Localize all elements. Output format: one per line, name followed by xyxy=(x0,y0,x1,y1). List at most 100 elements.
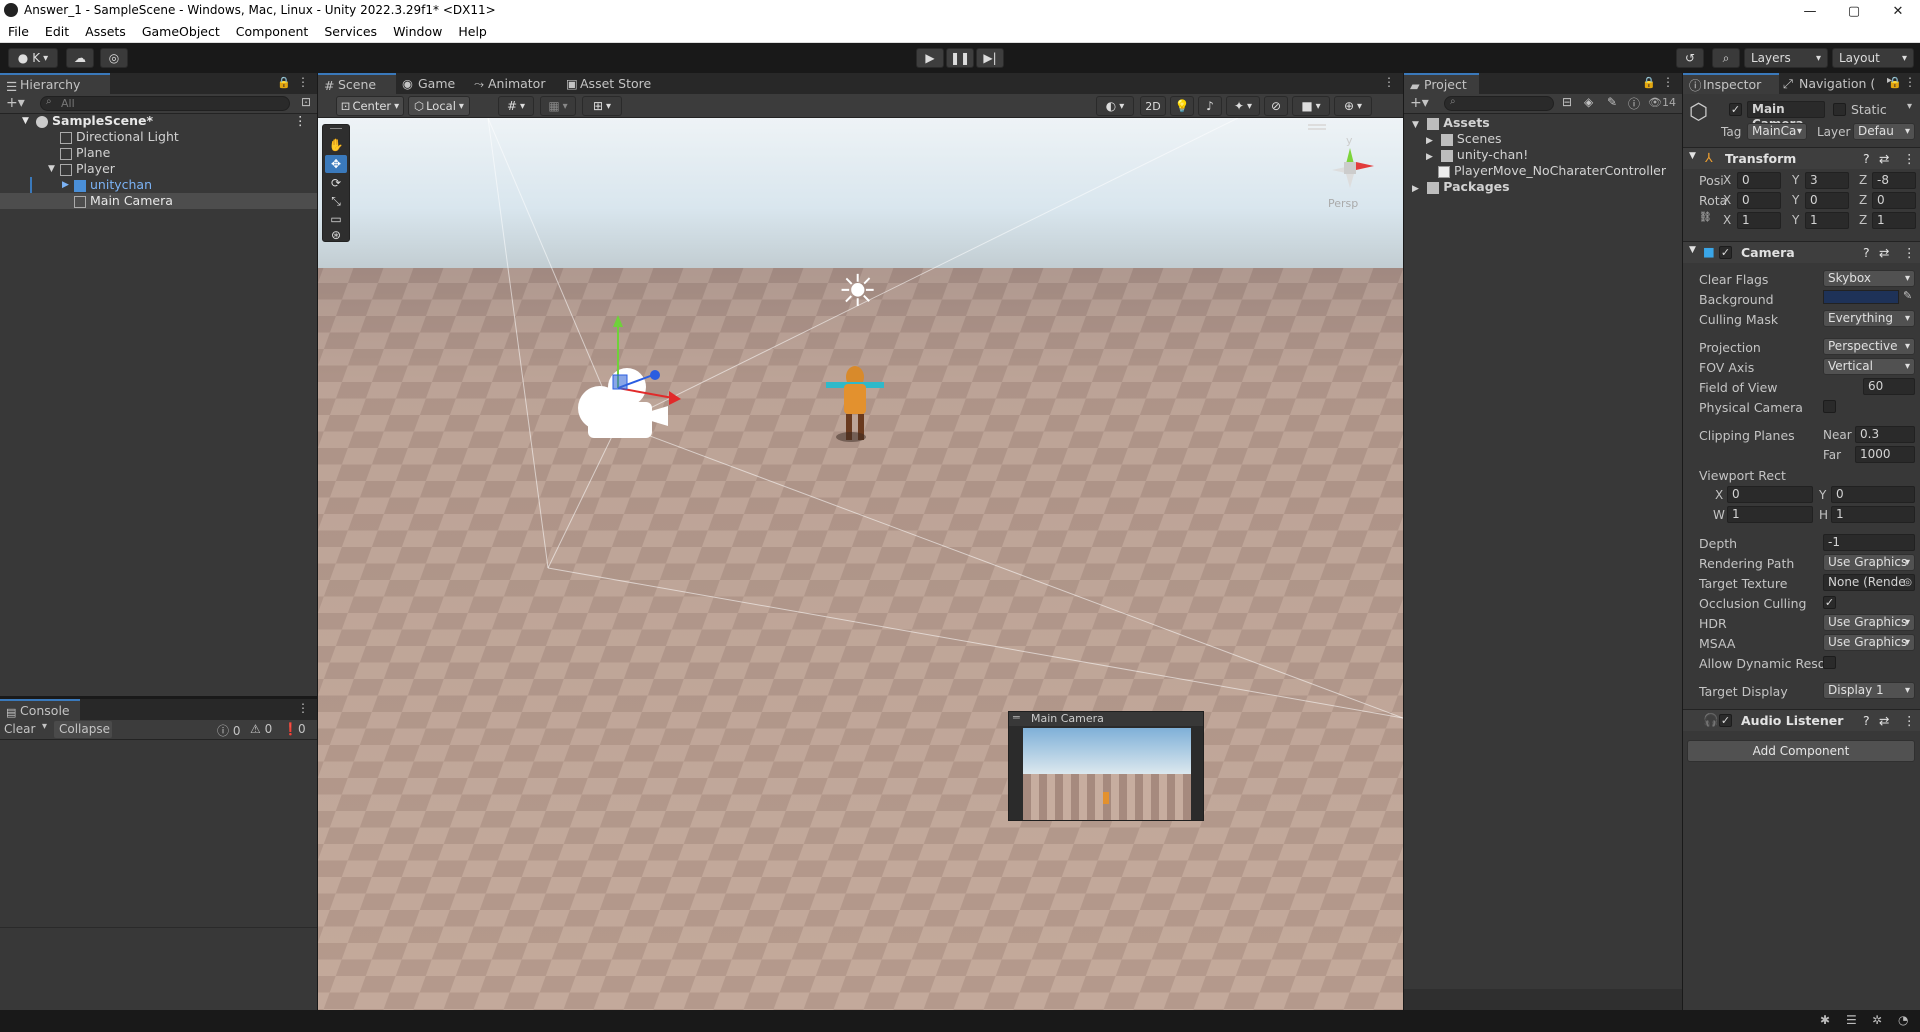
2d-toggle[interactable]: 2D xyxy=(1140,96,1166,116)
more-icon[interactable]: ⋮ xyxy=(1904,75,1916,89)
rotation-z-field[interactable]: 0 xyxy=(1872,192,1916,209)
transform-header[interactable]: ▼ ⅄ Transform ? ⇄ ⋮ xyxy=(1683,147,1920,169)
scene-viewport[interactable]: ☀ ✋ ✥ ⟳ ⤡ ▭ ⊛ y Persp ═ Main Camera xyxy=(318,118,1403,1010)
play-button[interactable]: ▶ xyxy=(916,48,944,68)
camera-header[interactable]: ▼ ■ ✓ Camera ? ⇄ ⋮ xyxy=(1683,241,1920,263)
effects-icon[interactable]: ✦ xyxy=(1226,96,1260,116)
menu-file[interactable]: File xyxy=(0,22,37,42)
more-icon[interactable]: ⋮ xyxy=(1383,75,1395,89)
preset-icon[interactable]: ⇄ xyxy=(1879,151,1889,166)
more-icon[interactable]: ⋮ xyxy=(297,701,309,715)
more-icon[interactable]: ⋮ xyxy=(1903,151,1916,166)
increment-snap-button[interactable]: ⊞ xyxy=(582,96,622,116)
hierarchy-item-plane[interactable]: Plane xyxy=(60,145,110,161)
rotation-x-field[interactable]: 0 xyxy=(1737,192,1781,209)
draw-mode-button[interactable]: ◐ xyxy=(1096,96,1134,116)
tag-dropdown[interactable]: MainCa xyxy=(1747,123,1807,140)
scale-tool-icon[interactable]: ⤡ xyxy=(325,192,347,210)
camera-enabled-checkbox[interactable]: ✓ xyxy=(1719,246,1732,259)
layer-dropdown[interactable]: Defau xyxy=(1853,123,1915,140)
rendering-path-dropdown[interactable]: Use Graphics xyxy=(1823,554,1915,571)
culling-mask-dropdown[interactable]: Everything xyxy=(1823,310,1915,327)
hierarchy-search-input[interactable]: ⌕ All xyxy=(40,96,290,111)
clear-flags-dropdown[interactable]: Skybox xyxy=(1823,270,1915,287)
hidden-packages-count[interactable]: 👁14 xyxy=(1648,96,1676,109)
project-search-input[interactable]: ⌕ xyxy=(1444,96,1554,111)
depth-field[interactable]: -1 xyxy=(1823,534,1915,551)
tab-console[interactable]: ▤ Console xyxy=(0,699,80,720)
near-field[interactable]: 0.3 xyxy=(1855,426,1915,443)
hdr-dropdown[interactable]: Use Graphics xyxy=(1823,614,1915,631)
projection-dropdown[interactable]: Perspective xyxy=(1823,338,1915,355)
hierarchy-item-unitychan[interactable]: ▶ unitychan xyxy=(62,177,152,193)
audio-icon[interactable]: ♪ xyxy=(1198,96,1222,116)
orientation-gizmo[interactable]: y Persp xyxy=(1308,122,1388,212)
auto-generate-lighting-icon[interactable]: ✲ xyxy=(1872,1013,1882,1027)
step-button[interactable]: ▶| xyxy=(976,48,1004,68)
project-folder-scenes[interactable]: ▶ Scenes xyxy=(1426,131,1502,147)
tab-asset-store[interactable]: ▣ Asset Store xyxy=(560,73,659,94)
hierarchy-item-main-camera[interactable]: Main Camera xyxy=(74,193,173,209)
target-display-dropdown[interactable]: Display 1 xyxy=(1823,682,1915,699)
info-icon[interactable]: ⓘ xyxy=(1628,95,1640,112)
project-folder-unity-chan[interactable]: ▶ unity-chan! xyxy=(1426,147,1528,163)
rotation-y-field[interactable]: 0 xyxy=(1805,192,1849,209)
tab-hierarchy[interactable]: ☰ Hierarchy xyxy=(0,73,110,94)
error-counter[interactable]: ❗0 xyxy=(283,722,306,736)
dynamic-resolution-checkbox[interactable] xyxy=(1823,656,1836,669)
move-tool-icon[interactable]: ✥ xyxy=(325,155,347,173)
grid-visibility-button[interactable]: ▦ xyxy=(540,96,576,116)
layers-dropdown[interactable]: Layers ▾ xyxy=(1744,48,1828,68)
tab-navigation[interactable]: ⤢ Navigation ( xyxy=(1779,73,1889,94)
lighting-icon[interactable]: 💡 xyxy=(1170,96,1194,116)
close-button[interactable]: ✕ xyxy=(1876,0,1920,22)
menu-edit[interactable]: Edit xyxy=(37,22,77,42)
lock-icon[interactable]: 🔒 xyxy=(1888,76,1902,89)
pause-button[interactable]: ❚❚ xyxy=(946,48,974,68)
viewport-x-field[interactable]: 0 xyxy=(1727,486,1813,503)
target-texture-field[interactable]: None (Rende ◎ xyxy=(1823,574,1915,591)
tab-animator[interactable]: ⤳ Animator xyxy=(468,73,553,94)
warning-counter[interactable]: ⚠ 0 xyxy=(250,722,272,736)
viewport-h-field[interactable]: 1 xyxy=(1831,506,1915,523)
object-name-field[interactable]: Main Camera xyxy=(1747,101,1825,131)
directional-light-icon[interactable]: ☀ xyxy=(838,270,877,314)
unitychan-model[interactable] xyxy=(826,366,886,446)
viewport-y-field[interactable]: 0 xyxy=(1831,486,1915,503)
collab-icon[interactable]: ◎ xyxy=(100,48,128,68)
collapse-button[interactable]: Collapse xyxy=(54,721,112,738)
menu-gameobject[interactable]: GameObject xyxy=(134,22,228,42)
lock-icon[interactable]: 🔒 xyxy=(1642,76,1656,89)
tab-scene[interactable]: # Scene xyxy=(318,73,396,94)
tab-game[interactable]: ◉ Game xyxy=(398,73,463,94)
audio-listener-enabled-checkbox[interactable]: ✓ xyxy=(1719,714,1732,727)
help-icon[interactable]: ? xyxy=(1863,245,1870,260)
camera-settings-icon[interactable]: ■ xyxy=(1292,96,1330,116)
filter-label-icon[interactable]: ◈ xyxy=(1584,95,1593,109)
move-handle[interactable] xyxy=(573,313,683,413)
menu-help[interactable]: Help xyxy=(450,22,495,42)
constrain-proportions-icon[interactable]: ⛓ xyxy=(1699,212,1712,223)
gizmos-icon[interactable]: ⊕ xyxy=(1334,96,1372,116)
history-icon[interactable]: ↺ xyxy=(1676,48,1704,68)
clear-dropdown-icon[interactable]: ▾ xyxy=(42,721,47,732)
more-icon[interactable]: ⋮ xyxy=(1903,245,1916,260)
lock-icon[interactable]: 🔒 xyxy=(277,76,291,89)
minimize-button[interactable]: — xyxy=(1788,0,1832,22)
more-icon[interactable]: ⋮ xyxy=(1903,713,1916,728)
add-component-button[interactable]: Add Component xyxy=(1687,740,1915,762)
hierarchy-item-player[interactable]: ▼ Player xyxy=(48,161,115,177)
project-folder-assets[interactable]: ▼ Assets xyxy=(1412,115,1490,131)
object-picker-icon[interactable]: ◎ xyxy=(1903,575,1912,590)
fov-axis-dropdown[interactable]: Vertical xyxy=(1823,358,1915,375)
tab-inspector[interactable]: ⓘ Inspector xyxy=(1683,73,1779,94)
layout-dropdown[interactable]: Layout ▾ xyxy=(1832,48,1914,68)
scale-x-field[interactable]: 1 xyxy=(1737,212,1781,229)
filter-icon[interactable]: ⊡ xyxy=(301,95,311,109)
search-icon[interactable]: ⌕ xyxy=(1712,48,1740,68)
menu-services[interactable]: Services xyxy=(316,22,385,42)
menu-assets[interactable]: Assets xyxy=(77,22,134,42)
eyedropper-icon[interactable]: ✎ xyxy=(1903,289,1912,302)
progress-icon[interactable]: ◔ xyxy=(1898,1013,1908,1027)
position-z-field[interactable]: -8 xyxy=(1872,172,1916,189)
